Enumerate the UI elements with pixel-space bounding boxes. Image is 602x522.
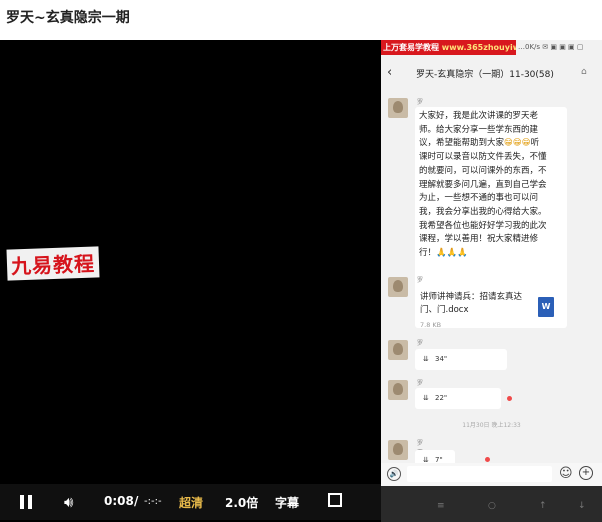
chat-header: ‹ 罗天-玄真隐宗（一期）11-30(58) ⌂ [381, 58, 602, 88]
message-line: 议，希望能帮助到大家 [419, 138, 505, 149]
video-player[interactable]: 九易教程 上万套易学教程 www.365zhouyiw.com …0K/s ✉ … [0, 40, 602, 522]
avatar [388, 98, 408, 118]
current-time: 0:08 [104, 494, 134, 508]
phone-nav-bar: ≡ ○ ↑ ↓ [381, 486, 602, 522]
message-line: 行！ [419, 248, 437, 259]
chat-input-bar: 🔊 ☺ + [381, 463, 602, 486]
pause-icon[interactable] [20, 495, 32, 509]
message-bubble[interactable]: 大家好，我是此次讲课的罗天老 师。给大家分享一些学东西的建 议，希望能帮助到大家… [415, 107, 567, 301]
unread-dot [485, 457, 490, 462]
status-bar-icons: …0K/s ✉ ▣ ▣ ▣ ▢ [518, 43, 584, 51]
subtitles-button[interactable]: 字幕 [275, 494, 299, 511]
chevron-left-icon[interactable]: ‹ [387, 65, 392, 80]
voice-message[interactable]: ⇊ 22" [415, 388, 501, 409]
volume-icon[interactable]: 🔊︎ [64, 493, 73, 511]
voice-input-icon[interactable]: 🔊 [387, 467, 401, 481]
pray-emoji-icon: 🙏🙏🙏 [436, 248, 468, 259]
avatar [388, 340, 408, 360]
voice-duration: 22" [435, 394, 448, 402]
avatar [388, 380, 408, 400]
message-line: 课时可以录音以防文件丢失，不懂 [419, 152, 547, 163]
message-line: 理解就要多问几遍，直到自己学会 [419, 179, 547, 190]
message-line: 的就要问，可以问课外的东西，不 [419, 165, 547, 176]
message-timestamp: 11月30日 晚上12:33 [462, 422, 521, 429]
voice-message[interactable]: ⇊ 34" [415, 349, 507, 370]
avatar [388, 277, 408, 297]
time-separator: / [134, 494, 139, 508]
emoji-icon[interactable]: ☺ [559, 466, 573, 481]
fullscreen-icon[interactable] [328, 493, 342, 507]
message-line: 为止，一些想不通的事也可以问 [419, 193, 539, 204]
voice-wave-icon: ⇊ [423, 394, 429, 402]
player-controls: 🔊︎ 0:08 / -:-:- 超清 2.0倍 字幕 [0, 484, 381, 520]
speed-button[interactable]: 2.0倍 [225, 494, 258, 511]
plus-icon[interactable]: + [579, 466, 593, 480]
file-size: 7.8 KB [420, 321, 442, 329]
home-icon[interactable]: ○ [488, 501, 496, 511]
watermark-logo: 九易教程 [6, 246, 100, 281]
grin-emoji-icon: 😁😁😁 [504, 138, 531, 149]
banner-site: www.365zhouyiw.com [441, 43, 516, 52]
down-icon[interactable]: ↓ [578, 501, 586, 511]
menu-icon[interactable]: ≡ [437, 501, 445, 511]
voice-wave-icon: ⇊ [423, 355, 429, 363]
message-line: 我希望各位也能好好学习我的此次 [419, 220, 547, 231]
avatar [388, 440, 408, 460]
up-icon[interactable]: ↑ [539, 501, 547, 511]
total-duration: -:-:- [144, 496, 162, 507]
banner-brand: 上万套易学教程 [383, 43, 439, 52]
message-line: 课程，学以善用！祝大家精进修 [419, 234, 539, 245]
message-line: 师。给大家分享一些学东西的建 [419, 124, 539, 135]
promo-banner: 上万套易学教程 www.365zhouyiw.com [381, 40, 516, 55]
unread-dot [507, 396, 512, 401]
message-line: 大家好，我是此次讲课的罗天老 [419, 111, 539, 121]
file-name: 讲师讲神请兵：招请玄真达门、门.docx [420, 292, 523, 315]
word-document-icon: W [538, 297, 554, 317]
phone-screen: 上万套易学教程 www.365zhouyiw.com …0K/s ✉ ▣ ▣ ▣… [381, 40, 602, 485]
chat-title: 罗天-玄真隐宗（一期）11-30(58) [416, 70, 554, 80]
message-line-suffix: 听 [530, 138, 540, 149]
page-title: 罗天~玄真隐宗一期 [6, 10, 130, 26]
message-line: 我，我会分享出我的心得给大家。 [419, 206, 547, 217]
message-input[interactable] [407, 466, 552, 482]
file-card[interactable]: 讲师讲神请兵：招请玄真达门、门.docx 7.8 KB W [415, 285, 567, 329]
voice-duration: 34" [435, 355, 448, 363]
quality-button[interactable]: 超清 [179, 494, 203, 511]
more-icon[interactable]: ⌂ [581, 67, 587, 77]
